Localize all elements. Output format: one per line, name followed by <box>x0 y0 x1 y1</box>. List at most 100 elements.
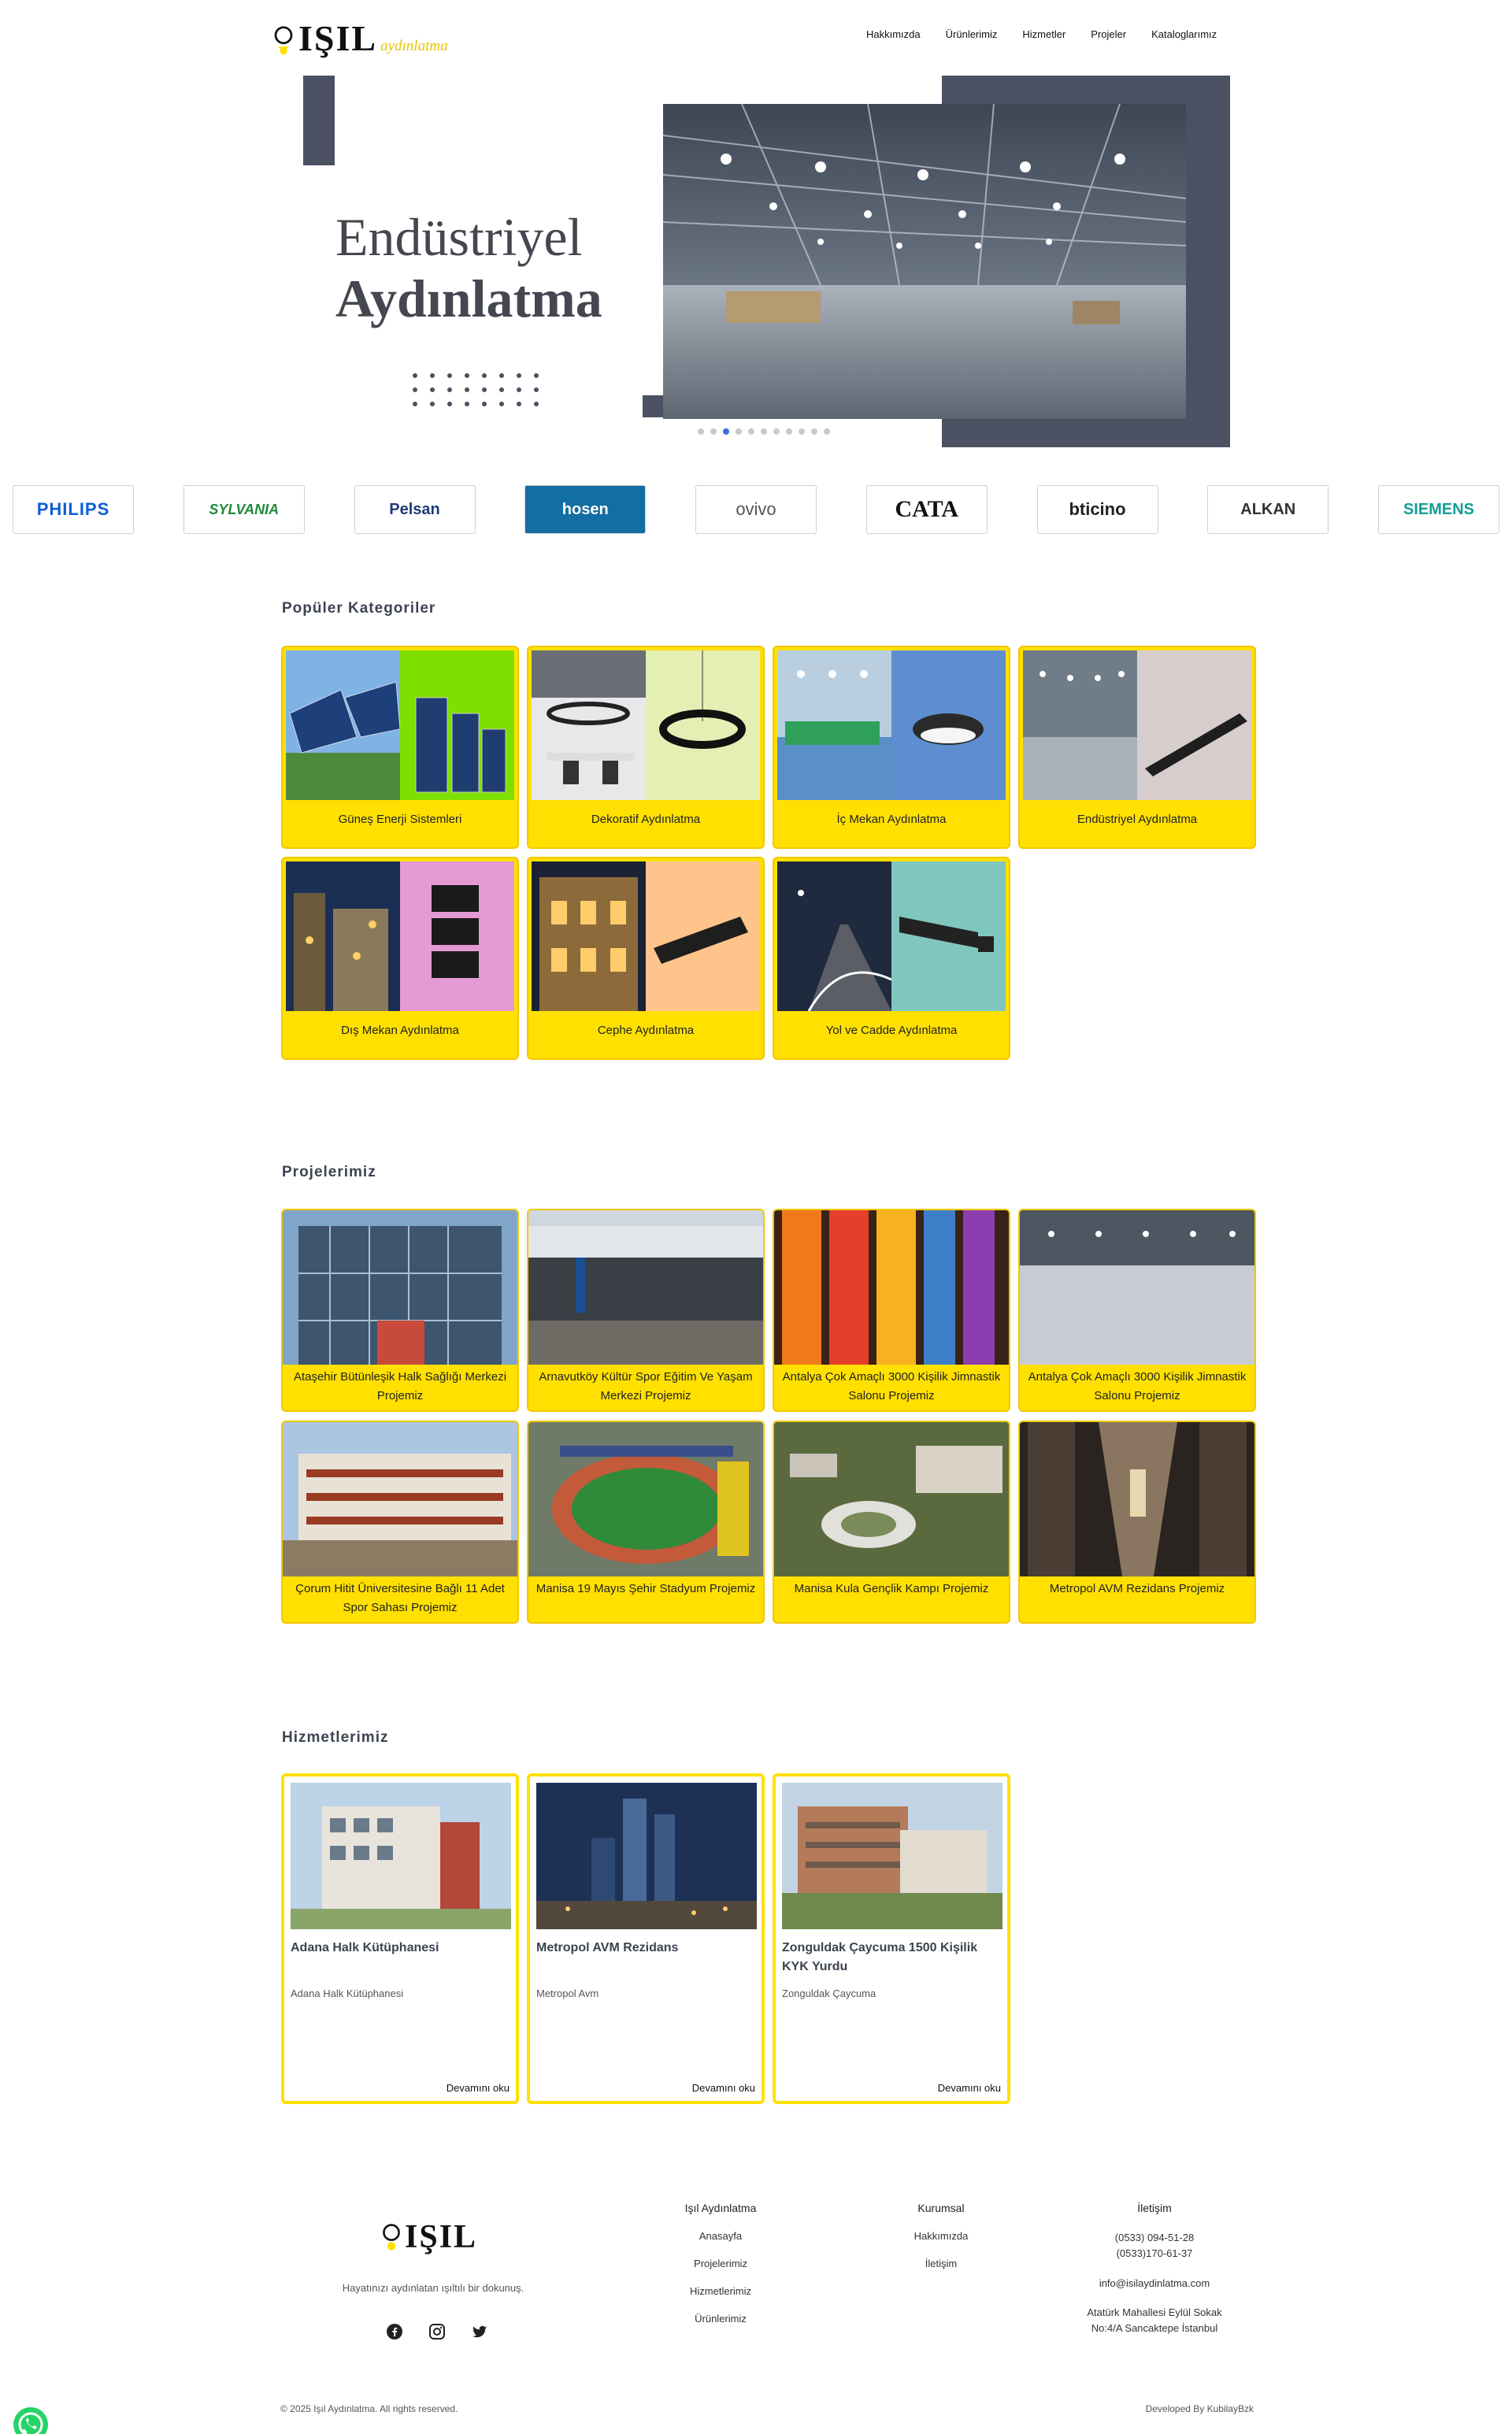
footer-col-corporate: Kurumsal Hakkımızda İletişim <box>882 2202 1000 2285</box>
project-card[interactable]: Ataşehir Bütünleşik Halk Sağlığı Merkezi… <box>281 1209 519 1412</box>
nav-products[interactable]: Ürünlerimiz <box>946 28 998 40</box>
footer-phone-2[interactable]: (0533)170-61-37 <box>1068 2246 1241 2262</box>
project-card[interactable]: Manisa 19 Mayıs Şehir Stadyum Projemiz <box>527 1421 765 1624</box>
carousel-dot[interactable] <box>824 428 830 435</box>
brand-alkan[interactable]: ALKAN <box>1207 485 1329 534</box>
project-label: Manisa Kula Gençlik Kampı Projemiz <box>794 1582 989 1595</box>
brand-bticino[interactable]: bticino <box>1036 485 1158 534</box>
brand-ovivo[interactable]: ovivo <box>695 485 817 534</box>
read-more-link[interactable]: Devamını oku <box>447 2082 510 2094</box>
project-label: Metropol AVM Rezidans Projemiz <box>1049 1582 1225 1595</box>
nav-about[interactable]: Hakkımızda <box>866 28 921 40</box>
footer-address-1: Atatürk Mahallesi Eylül Sokak <box>1087 2306 1222 2318</box>
hero-dot-pattern <box>413 373 547 413</box>
brand-hosen[interactable]: hosen <box>524 485 647 534</box>
carousel-dot[interactable] <box>811 428 817 435</box>
category-card[interactable]: Güneş Enerji Sistemleri <box>281 646 519 849</box>
hero-title: Endüstriyel Aydınlatma <box>335 206 635 329</box>
whatsapp-icon[interactable] <box>13 2406 49 2434</box>
footer-link-about[interactable]: Hakkımızda <box>882 2230 1000 2242</box>
footer-logo[interactable]: IŞIL <box>381 2210 491 2254</box>
brand-cata[interactable]: CATA <box>865 485 988 534</box>
service-card[interactable]: Metropol AVM Rezidans Metropol Avm Devam… <box>527 1773 765 2104</box>
category-label: Yol ve Cadde Aydınlatma <box>825 1024 958 1037</box>
footer-logo-text: IŞIL <box>405 2219 478 2255</box>
hero-title-line2: Aydınlatma <box>335 269 602 328</box>
lightbulb-icon <box>274 26 293 55</box>
brand-pelsan[interactable]: Pelsan <box>354 485 476 534</box>
project-card[interactable]: Antalya Çok Amaçlı 3000 Kişilik Jimnasti… <box>1018 1209 1256 1412</box>
nav-services[interactable]: Hizmetler <box>1022 28 1065 40</box>
category-label: İç Mekan Aydınlatma <box>836 813 947 826</box>
carousel-dot[interactable] <box>773 428 780 435</box>
services-title: Hizmetlerimiz <box>282 1729 389 1746</box>
footer-email[interactable]: info@isilaydinlatma.com <box>1068 2277 1241 2289</box>
category-card[interactable]: Cephe Aydınlatma <box>527 857 765 1060</box>
project-label: Arnavutköy Kültür Spor Eğitim Ve Yaşam M… <box>539 1370 753 1402</box>
category-card[interactable]: İç Mekan Aydınlatma <box>773 646 1010 849</box>
footer-col-brand: Işıl Aydınlatma Anasayfa Projelerimiz Hi… <box>662 2202 780 2340</box>
categories-title: Popüler Kategoriler <box>282 600 436 617</box>
project-label: Manisa 19 Mayıs Şehir Stadyum Projemiz <box>536 1582 756 1595</box>
project-card[interactable]: Manisa Kula Gençlik Kampı Projemiz <box>773 1421 1010 1624</box>
category-label: Endüstriyel Aydınlatma <box>1077 813 1198 826</box>
carousel-dot-active[interactable] <box>723 428 729 435</box>
category-card[interactable]: Dış Mekan Aydınlatma <box>281 857 519 1060</box>
copyright: © 2025 Işıl Aydınlatma. All rights reser… <box>280 2403 458 2414</box>
project-card[interactable]: Arnavutköy Kültür Spor Eğitim Ve Yaşam M… <box>527 1209 765 1412</box>
project-card[interactable]: Çorum Hitit Üniversitesine Bağlı 11 Adet… <box>281 1421 519 1624</box>
project-label: Ataşehir Bütünleşik Halk Sağlığı Merkezi… <box>293 1370 507 1402</box>
social-links <box>386 2323 488 2340</box>
carousel-dot[interactable] <box>736 428 742 435</box>
logo-text: IŞIL <box>298 18 378 58</box>
footer-link-projects[interactable]: Projelerimiz <box>662 2258 780 2269</box>
footer-phone-1[interactable]: (0533) 094-51-28 <box>1068 2230 1241 2246</box>
service-title: Metropol AVM Rezidans <box>536 1941 679 1954</box>
carousel-dot[interactable] <box>710 428 717 435</box>
carousel-dot[interactable] <box>786 428 792 435</box>
nav-catalogs[interactable]: Kataloglarımız <box>1151 28 1217 40</box>
facebook-icon[interactable] <box>386 2323 403 2340</box>
read-more-link[interactable]: Devamını oku <box>938 2082 1001 2094</box>
site-logo[interactable]: IŞIL aydınlatma <box>272 17 453 60</box>
footer-link-products[interactable]: Ürünlerimiz <box>662 2313 780 2325</box>
footer-tagline: Hayatınızı aydınlatan ışıltılı bir dokun… <box>342 2282 524 2294</box>
project-card[interactable]: Antalya Çok Amaçlı 3000 Kişilik Jimnasti… <box>773 1209 1010 1412</box>
main-nav: Hakkımızda Ürünlerimiz Hizmetler Projele… <box>866 28 1217 40</box>
carousel-dot[interactable] <box>748 428 754 435</box>
instagram-icon[interactable] <box>428 2323 446 2340</box>
nav-projects[interactable]: Projeler <box>1091 28 1126 40</box>
category-card[interactable]: Dekoratif Aydınlatma <box>527 646 765 849</box>
project-card[interactable]: Metropol AVM Rezidans Projemiz <box>1018 1421 1256 1624</box>
service-card[interactable]: Adana Halk Kütüphanesi Adana Halk Kütüph… <box>281 1773 519 2104</box>
hero-title-line1: Endüstriyel <box>335 207 583 267</box>
brand-philips[interactable]: PHILIPS <box>13 485 134 534</box>
logo-subtext: aydınlatma <box>380 38 448 54</box>
footer-link-home[interactable]: Anasayfa <box>662 2230 780 2242</box>
projects-title: Projelerimiz <box>282 1164 376 1180</box>
carousel-dot[interactable] <box>761 428 767 435</box>
service-title: Adana Halk Kütüphanesi <box>291 1941 439 1954</box>
developer-credit[interactable]: Developed By KubilayBzk <box>1134 2403 1254 2414</box>
footer-col-title: Işıl Aydınlatma <box>684 2202 757 2214</box>
brand-siemens[interactable]: SIEMENS <box>1378 485 1499 534</box>
category-card[interactable]: Endüstriyel Aydınlatma <box>1018 646 1256 849</box>
service-desc: Adana Halk Kütüphanesi <box>291 1988 404 1999</box>
project-label: Antalya Çok Amaçlı 3000 Kişilik Jimnasti… <box>782 1370 1001 1402</box>
read-more-link[interactable]: Devamını oku <box>692 2082 755 2094</box>
footer-link-services[interactable]: Hizmetlerimiz <box>662 2285 780 2297</box>
service-desc: Metropol Avm <box>536 1988 599 1999</box>
twitter-icon[interactable] <box>471 2323 488 2340</box>
brand-sylvania[interactable]: SYLVANIA <box>183 485 305 534</box>
footer-col-title: Kurumsal <box>917 2202 965 2214</box>
footer-link-contact[interactable]: İletişim <box>882 2258 1000 2269</box>
category-label: Güneş Enerji Sistemleri <box>338 813 462 826</box>
footer-address-2: No:4/A Sancaktepe İstanbul <box>1091 2322 1218 2334</box>
carousel-dot[interactable] <box>698 428 704 435</box>
category-label: Cephe Aydınlatma <box>597 1024 695 1037</box>
hero-warehouse-image[interactable] <box>663 104 1186 419</box>
carousel-dot[interactable] <box>799 428 805 435</box>
category-card[interactable]: Yol ve Cadde Aydınlatma <box>773 857 1010 1060</box>
project-label: Antalya Çok Amaçlı 3000 Kişilik Jimnasti… <box>1028 1370 1247 1402</box>
service-card[interactable]: Zonguldak Çaycuma 1500 Kişilik KYK Yurdu… <box>773 1773 1010 2104</box>
